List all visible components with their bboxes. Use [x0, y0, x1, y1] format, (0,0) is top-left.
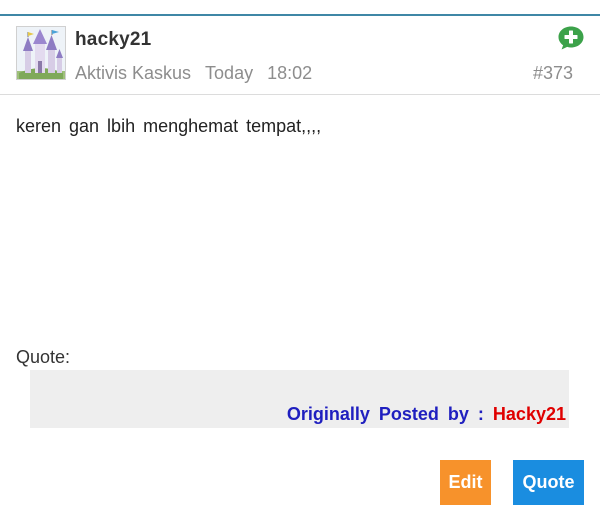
edit-button[interactable]: Edit [440, 460, 491, 505]
post-time: 18:02 [267, 63, 313, 83]
quote-button[interactable]: Quote [513, 460, 584, 505]
castle-icon [17, 27, 65, 79]
quote-author[interactable]: Hacky21 [493, 404, 566, 424]
add-plus-icon[interactable] [557, 25, 585, 51]
post-meta: Aktivis Kaskus Today 18:02 [75, 63, 326, 84]
post-header: hacky21 Aktivis Kaskus Today 18:02 #373 [0, 16, 600, 95]
quote-label: Quote: [16, 347, 71, 367]
avatar[interactable] [16, 26, 66, 80]
post-date: Today [205, 63, 254, 83]
username[interactable]: hacky21 [75, 29, 151, 51]
originally-posted-by: Originally Posted by : [286, 404, 484, 424]
post-body: keren gan lbih menghemat tempat,,,, [16, 116, 322, 136]
post-page: hacky21 Aktivis Kaskus Today 18:02 #373 ke… [0, 0, 600, 518]
user-rank: Aktivis Kaskus [75, 63, 192, 83]
quote-attribution: Originally Posted by : Hacky21 [287, 404, 566, 425]
post-number[interactable]: #373 [533, 63, 573, 84]
quote-box: Originally Posted by : Hacky21 [30, 370, 569, 428]
